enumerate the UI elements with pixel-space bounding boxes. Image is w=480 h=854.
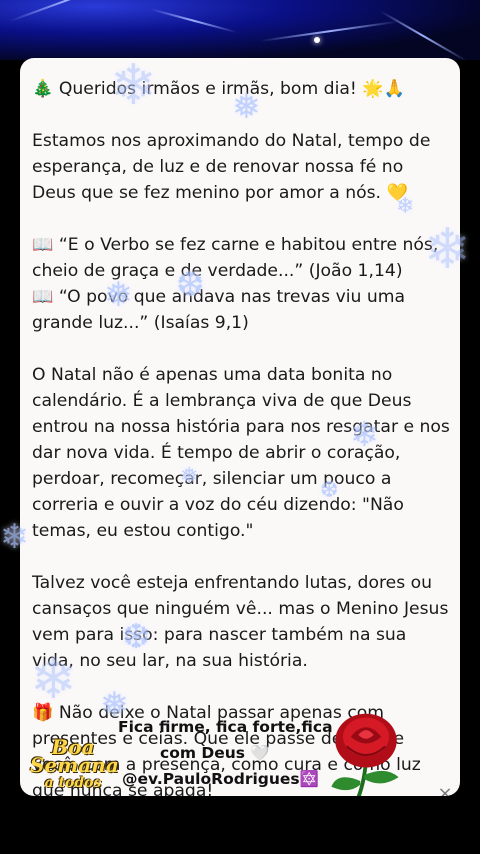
fireworks-background [0,0,480,60]
bottom-bar [0,796,480,854]
christmas-paragraph: O Natal não é apenas uma data bonita no … [32,365,450,541]
intro-paragraph: Estamos nos aproximando do Natal, tempo … [32,131,431,203]
message-body: 🎄 Queridos irmãos e irmãs, bom dia! 🌟🙏 E… [32,76,452,796]
sticker-line-2: Semana [30,753,119,777]
message-card: 🎄 Queridos irmãos e irmãs, bom dia! 🌟🙏 E… [20,58,460,796]
struggles-paragraph: Talvez você esteja enfrentando lutas, do… [32,573,449,671]
signature-handle[interactable]: @ev.PauloRodrigues🔯 [122,770,319,788]
firework-streak [259,20,399,42]
boa-semana-sticker: Boa Semana a todos [30,737,119,794]
greeting-line: 🎄 Queridos irmãos e irmãs, bom dia! 🌟🙏 [32,79,406,99]
firework-streak [9,0,124,22]
signature-line-2: com Deus 🤍 [160,744,270,762]
star-sparkle [314,37,320,43]
bible-verse-john: 📖 “E o Verbo se fez carne e habitou entr… [32,235,439,281]
firework-streak [149,8,238,34]
firework-streak [379,10,468,60]
red-rose-icon [331,713,399,803]
bible-verse-isaiah: 📖 “O povo que andava nas trevas viu uma … [32,287,406,333]
signature-line-1: Fica firme, fica forte,fica [118,718,333,736]
